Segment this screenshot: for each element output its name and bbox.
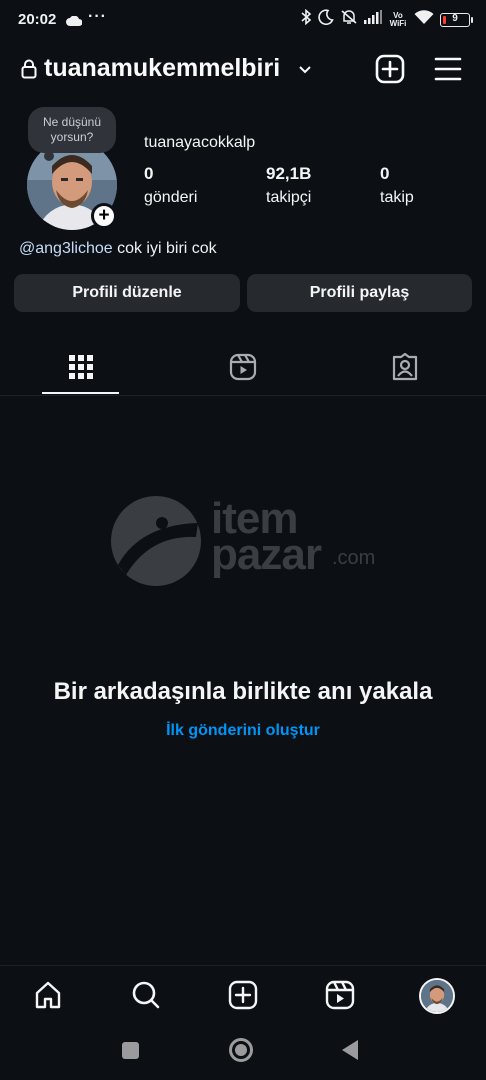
- reels-icon: [229, 353, 257, 381]
- plus-square-icon: [375, 54, 405, 84]
- empty-state-title: Bir arkadaşınla birlikte anı yakala: [53, 678, 433, 705]
- status-icons: Vo WiFi 9: [300, 8, 473, 30]
- status-bar: 20:02 ··· Vo WiFi 9: [0, 0, 486, 40]
- profile-tabs: [0, 338, 486, 396]
- reels-icon: [325, 980, 355, 1010]
- tab-grid[interactable]: [0, 338, 162, 396]
- watermark-text-pazar: pazar: [211, 530, 322, 579]
- create-post-button[interactable]: [374, 53, 406, 85]
- bio: @ang3lichoe cok iyi biri cok: [19, 240, 217, 258]
- tagged-icon: [392, 353, 418, 381]
- system-nav-bar: [0, 1030, 486, 1080]
- watermark-text-com: .com: [332, 547, 376, 569]
- note-bubble[interactable]: Ne düşünü yorsun?: [28, 107, 116, 153]
- note-bubble-tail: [44, 151, 54, 161]
- stat-posts-value: 0: [144, 164, 154, 183]
- share-profile-button[interactable]: Profili paylaş: [247, 274, 472, 312]
- profile-avatar-container[interactable]: +: [27, 140, 117, 230]
- stat-posts-label: gönderi: [144, 189, 198, 206]
- create-first-post-link[interactable]: İlk gönderini oluştur: [0, 722, 486, 740]
- nav-search[interactable]: [131, 980, 161, 1010]
- battery-icon: 9: [440, 12, 473, 27]
- tab-tagged[interactable]: [324, 338, 486, 396]
- home-button[interactable]: [229, 1038, 253, 1062]
- vowifi-label: Vo WiFi: [389, 10, 407, 28]
- nav-profile-avatar[interactable]: [419, 978, 455, 1014]
- create-icon: [228, 980, 258, 1010]
- nav-reels[interactable]: [325, 980, 355, 1010]
- moon-icon: [318, 9, 334, 30]
- signal-icon: [364, 10, 382, 29]
- stat-followers-label: takipçi: [266, 189, 312, 206]
- search-icon: [132, 981, 160, 1009]
- battery-level: 9: [452, 12, 458, 24]
- stat-followers[interactable]: 92,1B takipçi: [266, 164, 311, 207]
- add-story-button[interactable]: +: [91, 203, 117, 229]
- stat-posts[interactable]: 0 gönderi: [144, 164, 197, 207]
- hamburger-menu-icon: [434, 57, 462, 81]
- status-time: 20:02: [18, 11, 57, 28]
- stat-followers-value: 92,1B: [266, 164, 312, 183]
- lock-icon: [21, 59, 37, 84]
- stat-following-label: takip: [380, 189, 414, 206]
- nav-home[interactable]: [33, 980, 63, 1010]
- chevron-down-icon[interactable]: [298, 62, 312, 80]
- bio-mention-link[interactable]: @ang3lichoe: [19, 240, 113, 257]
- grid-icon: [69, 355, 93, 379]
- bottom-nav: [0, 965, 486, 1027]
- home-icon: [35, 981, 61, 1009]
- active-tab-indicator: [42, 392, 119, 394]
- edit-profile-button[interactable]: Profili düzenle: [14, 274, 240, 312]
- stat-following[interactable]: 0 takip: [380, 164, 414, 207]
- stat-following-value: 0: [380, 164, 390, 183]
- recent-apps-button[interactable]: [122, 1042, 139, 1059]
- profile-avatar-icon: [421, 980, 453, 1012]
- profile-header: tuanamukemmelbiri: [0, 48, 486, 92]
- profile-screen: 20:02 ··· Vo WiFi 9 tuanamukemmelbiri + …: [0, 0, 486, 1080]
- wifi-icon: [414, 9, 434, 30]
- status-more-dots: ···: [88, 8, 107, 25]
- muted-bell-icon: [340, 9, 358, 30]
- back-button[interactable]: [342, 1040, 358, 1060]
- cloud-icon: [66, 13, 83, 31]
- tab-reels[interactable]: [162, 338, 324, 396]
- menu-button[interactable]: [433, 55, 463, 83]
- watermark: item pazar .com: [110, 495, 390, 586]
- bio-text: cok iyi biri cok: [112, 240, 217, 257]
- nav-create[interactable]: [228, 980, 258, 1010]
- account-username[interactable]: tuanamukemmelbiri: [44, 54, 280, 83]
- watermark-logo-icon: [111, 496, 201, 586]
- bluetooth-icon: [300, 8, 312, 30]
- display-name: tuanayacokkalp: [144, 134, 256, 151]
